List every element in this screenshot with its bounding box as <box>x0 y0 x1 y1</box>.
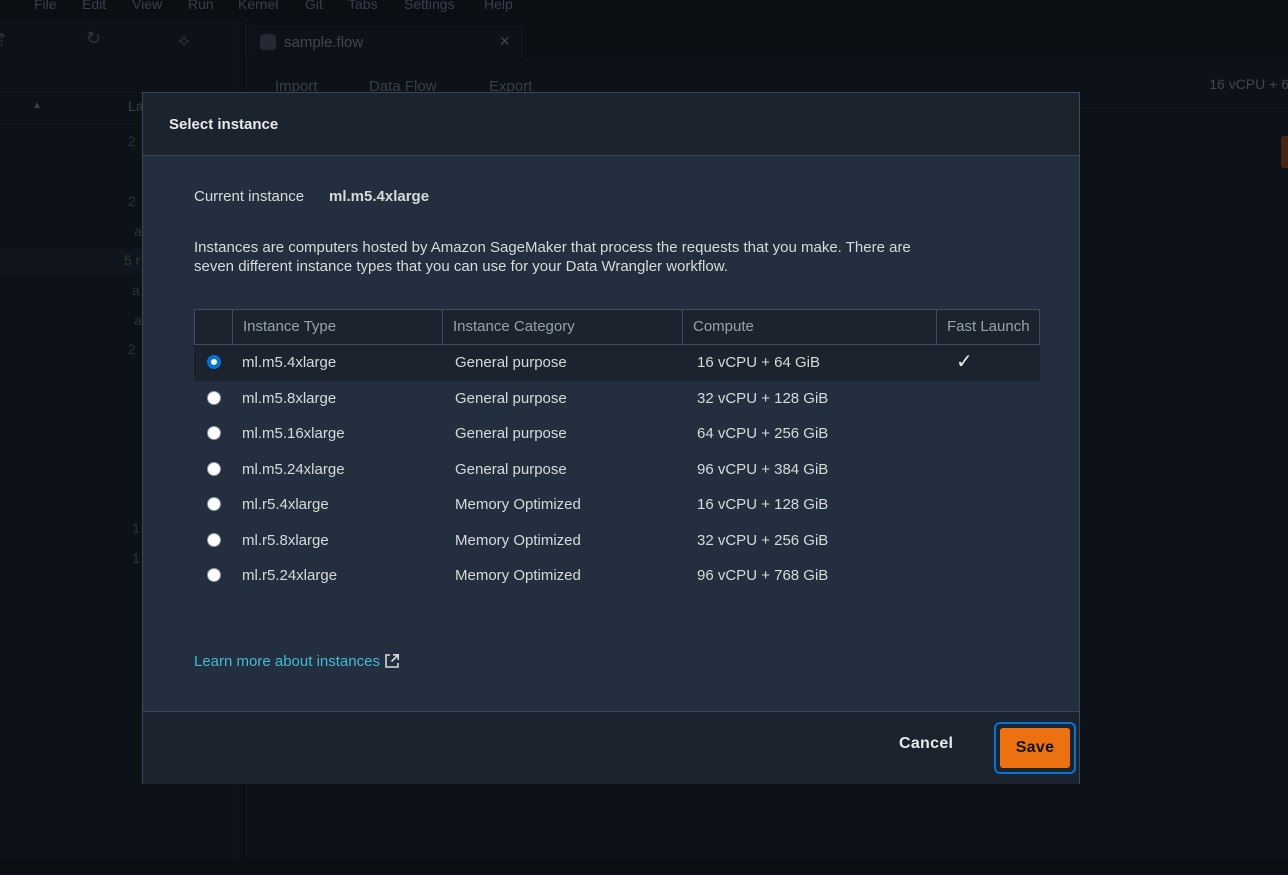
instance-type-cell: ml.r5.4xlarge <box>242 496 329 513</box>
table-row[interactable]: ml.r5.24xlarge Memory Optimized 96 vCPU … <box>194 558 1040 594</box>
table-row[interactable]: ml.m5.8xlarge General purpose 32 vCPU + … <box>194 381 1040 417</box>
modal-title: Select instance <box>169 116 279 133</box>
radio-button[interactable] <box>207 497 221 511</box>
current-instance-value: ml.m5.4xlarge <box>329 188 430 205</box>
compute-cell: 96 vCPU + 768 GiB <box>697 567 829 584</box>
instance-category-cell: Memory Optimized <box>455 567 581 584</box>
table-header: Instance Type Instance Category Compute … <box>194 309 1040 345</box>
radio-button[interactable] <box>207 461 221 476</box>
select-instance-modal: Select instance Current instance ml.m5.4… <box>142 92 1080 784</box>
table-row[interactable]: ml.m5.16xlarge General purpose 64 vCPU +… <box>194 416 1040 452</box>
instance-type-cell: ml.r5.24xlarge <box>242 567 338 584</box>
compute-cell: 16 vCPU + 64 GiB <box>697 354 820 371</box>
checkmark-icon: ✓ <box>956 351 973 373</box>
save-button-focus-ring: Save <box>994 722 1076 774</box>
table-row[interactable]: ml.r5.8xlarge Memory Optimized 32 vCPU +… <box>194 523 1040 559</box>
radio-button[interactable] <box>207 390 221 405</box>
learn-more-link[interactable]: Learn more about instances <box>194 653 400 673</box>
table-row[interactable]: ml.r5.4xlarge Memory Optimized 16 vCPU +… <box>194 487 1040 523</box>
compute-cell: 16 vCPU + 128 GiB <box>697 496 829 513</box>
instances-description: Instances are computers hosted by Amazon… <box>194 239 911 275</box>
instance-type-cell: ml.m5.24xlarge <box>242 460 345 478</box>
instance-category-cell: Memory Optimized <box>455 496 581 513</box>
instance-category-cell: Memory Optimized <box>455 531 581 549</box>
compute-cell: 64 vCPU + 256 GiB <box>697 425 829 442</box>
column-header-instance-type: Instance Type <box>232 310 442 344</box>
modal-header: Select instance <box>143 93 1079 156</box>
radio-button[interactable] <box>207 568 221 582</box>
instance-type-cell: ml.m5.16xlarge <box>242 425 345 442</box>
radio-button[interactable] <box>207 532 221 547</box>
column-header-instance-category: Instance Category <box>442 310 682 344</box>
instance-type-cell: ml.r5.8xlarge <box>242 531 329 549</box>
radio-button-selected[interactable] <box>207 355 221 369</box>
modal-footer: Cancel Save <box>143 711 1079 784</box>
save-button[interactable]: Save <box>1000 728 1070 768</box>
compute-cell: 96 vCPU + 384 GiB <box>697 460 829 478</box>
cancel-button[interactable]: Cancel <box>899 735 953 753</box>
instance-type-cell: ml.m5.4xlarge <box>242 354 337 371</box>
external-link-icon <box>384 653 400 673</box>
compute-cell: 32 vCPU + 256 GiB <box>697 531 829 549</box>
current-instance-label: Current instance <box>194 188 305 205</box>
instance-category-cell: General purpose <box>455 389 567 407</box>
column-header-fast-launch: Fast Launch <box>936 310 1039 344</box>
instance-type-cell: ml.m5.8xlarge <box>242 389 337 407</box>
table-row[interactable]: ml.m5.4xlarge General purpose 16 vCPU + … <box>194 345 1040 381</box>
instance-category-cell: General purpose <box>455 425 567 442</box>
learn-more-label: Learn more about instances <box>194 653 380 670</box>
table-row[interactable]: ml.m5.24xlarge General purpose 96 vCPU +… <box>194 452 1040 488</box>
instance-category-cell: General purpose <box>455 354 567 371</box>
instance-category-cell: General purpose <box>455 460 567 478</box>
compute-cell: 32 vCPU + 128 GiB <box>697 389 829 407</box>
radio-button[interactable] <box>207 426 221 440</box>
column-header-compute: Compute <box>682 310 936 344</box>
instance-table: Instance Type Instance Category Compute … <box>194 309 1040 594</box>
